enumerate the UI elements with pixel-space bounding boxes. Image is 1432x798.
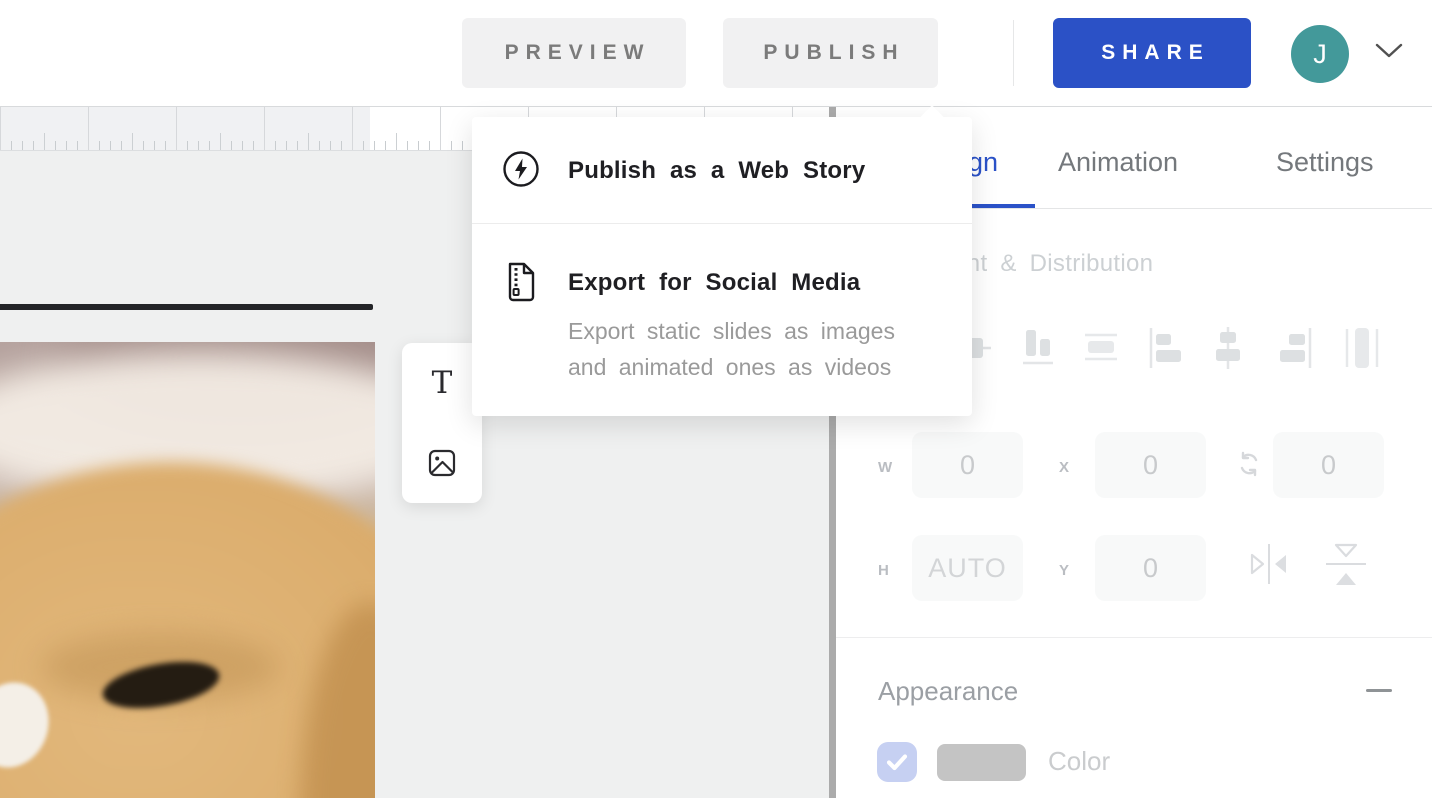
rotate-icon[interactable] xyxy=(1236,450,1262,478)
x-input[interactable] xyxy=(1095,432,1206,498)
height-label: H xyxy=(878,562,890,579)
flip-vertical-icon[interactable] xyxy=(1323,539,1369,591)
width-label: W xyxy=(878,459,893,476)
color-swatch[interactable] xyxy=(937,744,1026,781)
align-left-icon[interactable] xyxy=(1147,325,1185,371)
y-label: Y xyxy=(1059,562,1070,579)
text-tool-icon: T xyxy=(432,365,453,401)
width-input[interactable] xyxy=(912,432,1023,498)
checkmark-icon xyxy=(884,751,910,773)
y-input[interactable] xyxy=(1095,535,1206,601)
lightning-circle-icon xyxy=(501,149,541,189)
align-bottom-icon[interactable] xyxy=(1019,325,1057,371)
publish-dropdown-menu: Publish as a Web Story Export for Social… xyxy=(472,117,972,416)
image-icon xyxy=(428,449,456,477)
menu-item-description: Export static slides as images and anima… xyxy=(568,313,930,385)
image-tool-button[interactable] xyxy=(402,423,482,503)
rotation-input[interactable] xyxy=(1273,432,1384,498)
preview-button[interactable]: PREVIEW xyxy=(462,18,686,88)
align-right-icon[interactable] xyxy=(1276,325,1314,371)
tab-settings[interactable]: Settings xyxy=(1276,147,1374,178)
share-button[interactable]: SHARE xyxy=(1053,18,1251,88)
menu-item-publish-web-story[interactable]: Publish as a Web Story xyxy=(472,117,972,223)
publish-button[interactable]: PUBLISH xyxy=(723,18,938,88)
canvas-dog-image[interactable] xyxy=(0,342,375,798)
menu-item-label: Publish as a Web Story xyxy=(568,157,865,185)
text-tool-button[interactable]: T xyxy=(402,343,482,423)
menu-item-label: Export for Social Media xyxy=(568,269,860,297)
height-input[interactable] xyxy=(912,535,1023,601)
avatar-initial: J xyxy=(1313,39,1327,70)
color-label: Color xyxy=(1048,746,1110,777)
flip-horizontal-icon[interactable] xyxy=(1246,542,1292,586)
canvas-element-line[interactable] xyxy=(0,304,373,310)
distribute-horizontal-icon[interactable] xyxy=(1343,325,1381,371)
section-divider xyxy=(836,637,1432,638)
align-horizontal-center-icon[interactable] xyxy=(1209,325,1247,371)
x-label: X xyxy=(1059,459,1070,476)
story-editor: T Design Animation Settings Alignment & … xyxy=(0,0,1432,798)
appearance-section-title: Appearance xyxy=(878,676,1018,707)
header-divider xyxy=(1013,20,1014,86)
top-bar: PREVIEW PUBLISH SHARE J xyxy=(0,0,1432,107)
chevron-down-icon[interactable] xyxy=(1374,42,1404,60)
tab-animation[interactable]: Animation xyxy=(1058,147,1178,178)
collapse-section-icon[interactable] xyxy=(1366,686,1392,694)
color-checkbox[interactable] xyxy=(877,742,917,782)
menu-item-export-social-media[interactable]: Export for Social Media Export static sl… xyxy=(472,223,972,416)
zip-file-icon xyxy=(504,262,538,302)
distribute-vertical-icon[interactable] xyxy=(1082,325,1120,371)
insert-toolbar: T xyxy=(402,343,482,503)
avatar[interactable]: J xyxy=(1291,25,1349,83)
